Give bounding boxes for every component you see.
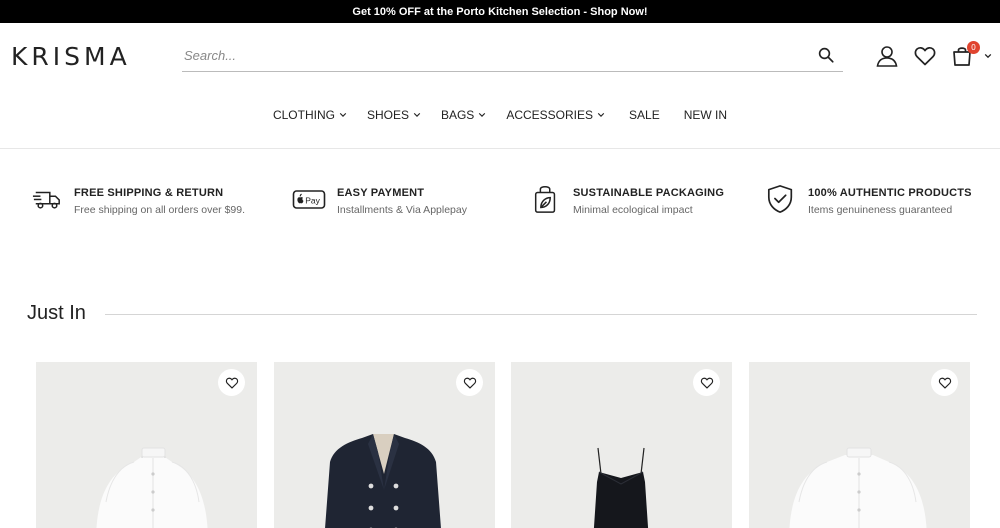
chevron-down-icon bbox=[339, 113, 347, 117]
heart-icon bbox=[225, 377, 238, 389]
nav-label[interactable]: NEW IN bbox=[684, 108, 727, 122]
feature-title: EASY PAYMENT bbox=[337, 187, 425, 199]
promo-text[interactable]: Get 10% OFF at the Porto Kitchen Selecti… bbox=[352, 6, 647, 18]
nav-label[interactable]: SHOES bbox=[367, 108, 409, 122]
nav-item-new-in[interactable]: NEW IN bbox=[684, 108, 727, 122]
nav-label[interactable]: BAGS bbox=[441, 108, 474, 122]
chevron-down-icon bbox=[479, 113, 486, 117]
wishlist-button[interactable] bbox=[218, 369, 245, 396]
feature-title: 100% AUTHENTIC PRODUCTS bbox=[808, 187, 972, 199]
chevron-down-icon bbox=[597, 113, 605, 117]
chevron-down-icon[interactable] bbox=[984, 52, 992, 60]
nav-label[interactable]: SALE bbox=[629, 108, 660, 122]
nav-item-shoes[interactable]: SHOES bbox=[367, 108, 421, 122]
heart-icon bbox=[938, 377, 951, 389]
wishlist-button[interactable] bbox=[931, 369, 958, 396]
chevron-down-icon bbox=[413, 113, 421, 117]
feature-title: SUSTAINABLE PACKAGING bbox=[573, 187, 725, 199]
product-card[interactable] bbox=[274, 362, 495, 528]
search-input[interactable] bbox=[182, 48, 792, 63]
search-bar bbox=[182, 40, 843, 72]
feature-subtitle: Free shipping on all orders over $99. bbox=[74, 204, 246, 216]
section-title-just-in: Just In bbox=[27, 302, 86, 324]
main-nav: CLOTHING SHOES BAGS ACCESSORIES SALE NEW… bbox=[0, 108, 1000, 122]
product-card[interactable] bbox=[36, 362, 257, 528]
heart-icon bbox=[463, 377, 476, 389]
feature-subtitle: Minimal ecological impact bbox=[573, 204, 693, 216]
nav-item-clothing[interactable]: CLOTHING bbox=[273, 108, 347, 122]
apple-pay-icon: Pay bbox=[292, 190, 326, 209]
nav-label[interactable]: ACCESSORIES bbox=[506, 108, 593, 122]
shield-check-icon bbox=[767, 185, 793, 213]
header-divider bbox=[0, 148, 1000, 149]
product-card[interactable] bbox=[749, 362, 970, 528]
nav-item-bags[interactable]: BAGS bbox=[441, 108, 486, 122]
feature-sustainable-packaging: SUSTAINABLE PACKAGING Minimal ecological… bbox=[531, 183, 724, 216]
account-icon[interactable] bbox=[875, 44, 899, 68]
logo[interactable]: KRISMA bbox=[11, 42, 131, 71]
feature-easy-payment: Pay EASY PAYMENT Installments & Via Appl… bbox=[292, 183, 467, 216]
heart-icon bbox=[700, 377, 713, 389]
eco-bag-icon bbox=[534, 185, 556, 213]
apple-pay-text: Pay bbox=[305, 195, 320, 205]
truck-icon bbox=[32, 191, 60, 209]
cart-count-badge: 0 bbox=[967, 41, 980, 54]
feature-free-shipping: FREE SHIPPING & RETURN Free shipping on … bbox=[32, 183, 245, 216]
promo-bar[interactable]: Get 10% OFF at the Porto Kitchen Selecti… bbox=[0, 0, 1000, 23]
wishlist-button[interactable] bbox=[456, 369, 483, 396]
search-icon[interactable] bbox=[817, 46, 835, 64]
feature-subtitle: Installments & Via Applepay bbox=[337, 204, 467, 216]
wishlist-button[interactable] bbox=[693, 369, 720, 396]
nav-item-sale[interactable]: SALE bbox=[629, 108, 660, 122]
feature-authentic-products: 100% AUTHENTIC PRODUCTS Items genuinenes… bbox=[766, 183, 972, 216]
product-card[interactable] bbox=[511, 362, 732, 528]
heart-icon[interactable] bbox=[913, 44, 937, 68]
feature-subtitle: Items genuineness guaranteed bbox=[808, 204, 953, 216]
feature-title: FREE SHIPPING & RETURN bbox=[74, 187, 224, 199]
nav-item-accessories[interactable]: ACCESSORIES bbox=[506, 108, 605, 122]
nav-label[interactable]: CLOTHING bbox=[273, 108, 335, 122]
section-divider bbox=[105, 314, 977, 315]
